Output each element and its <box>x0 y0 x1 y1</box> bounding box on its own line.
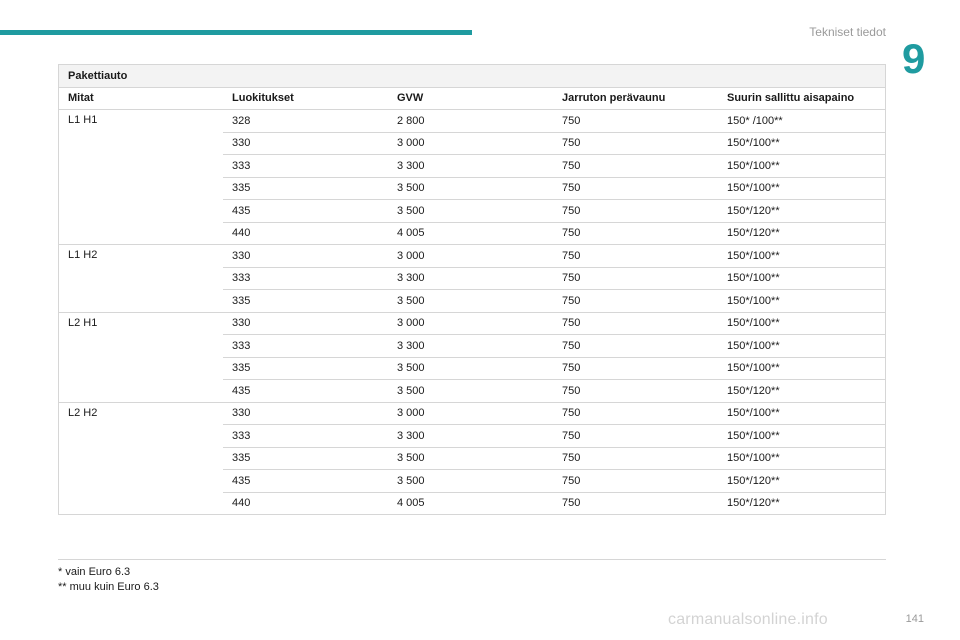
watermark[interactable]: carmanualsonline.info <box>668 611 828 629</box>
table-row: L2 H1 330 3 000 750 150*/100** <box>58 311 886 402</box>
table-cell: 150*/100** <box>718 401 886 425</box>
page-number: 141 <box>905 613 924 625</box>
accent-bar <box>0 30 472 35</box>
table-cell: 330 <box>223 401 388 425</box>
table-cell: 150*/100** <box>718 266 886 290</box>
table-cell: 750 <box>553 176 718 200</box>
table-cell: 440 <box>223 491 388 515</box>
table-cell: 750 <box>553 356 718 380</box>
column-header: Luokitukset <box>223 86 388 110</box>
table-cell: 435 <box>223 199 388 222</box>
footnote: ** muu kuin Euro 6.3 <box>58 581 159 593</box>
table-cell: 2 800 <box>388 109 553 132</box>
table-cell: 750 <box>553 131 718 155</box>
table-cell: 150*/120** <box>718 469 886 492</box>
table-cell: 4 005 <box>388 491 553 515</box>
footnote-divider <box>58 559 886 560</box>
table-cell: 335 <box>223 289 388 312</box>
table-cell: 150*/100** <box>718 176 886 200</box>
table-row: L2 H2 330 3 000 750 150*/100** <box>58 401 886 515</box>
table-cell: 3 500 <box>388 289 553 312</box>
table-cell: 3 500 <box>388 469 553 492</box>
column-header: Jarruton perävaunu <box>553 86 718 110</box>
table-cell: 335 <box>223 446 388 470</box>
table-cell: 335 <box>223 356 388 380</box>
table-cell: 150*/100** <box>718 244 886 267</box>
table-cell: 3 300 <box>388 424 553 447</box>
table-cell: 750 <box>553 379 718 402</box>
spec-table: Pakettiauto Mitat Luokitukset GVW Jarrut… <box>58 64 886 515</box>
footnote: * vain Euro 6.3 <box>58 566 131 578</box>
table-cell: 435 <box>223 379 388 402</box>
model-cell: L2 H1 <box>58 311 223 402</box>
table-cell: 150*/100** <box>718 334 886 357</box>
chapter-number: 9 <box>902 35 926 82</box>
table-cell: 750 <box>553 469 718 492</box>
table-cell: 150*/100** <box>718 424 886 447</box>
table-cell: 150*/100** <box>718 154 886 177</box>
table-cell: 750 <box>553 154 718 177</box>
table-cell: 3 000 <box>388 244 553 267</box>
table-cell: 150*/100** <box>718 356 886 380</box>
column-header: Mitat <box>58 86 223 110</box>
table-cell: 3 500 <box>388 446 553 470</box>
table-cell: 750 <box>553 334 718 357</box>
table-cell: 3 300 <box>388 154 553 177</box>
table-cell: 150*/120** <box>718 379 886 402</box>
table-cell: 333 <box>223 334 388 357</box>
table-cell: 750 <box>553 221 718 245</box>
table-row: L1 H2 330 3 000 750 150*/100** <box>58 244 886 312</box>
table-cell: 150*/100** <box>718 446 886 470</box>
table-header-row: Mitat Luokitukset GVW Jarruton perävaunu… <box>58 86 886 110</box>
table-cell: 150*/120** <box>718 221 886 245</box>
table-cell: 440 <box>223 221 388 245</box>
table-cell: 750 <box>553 199 718 222</box>
table-cell: 435 <box>223 469 388 492</box>
table-cell: 3 000 <box>388 311 553 335</box>
table-cell: 333 <box>223 266 388 290</box>
table-cell: 3 500 <box>388 379 553 402</box>
model-cell: L1 H1 <box>58 109 223 245</box>
table-cell: 3 500 <box>388 176 553 200</box>
table-cell: 333 <box>223 154 388 177</box>
table-cell: 330 <box>223 311 388 335</box>
table-cell: 3 000 <box>388 401 553 425</box>
table-cell: 330 <box>223 131 388 155</box>
table-cell: 3 300 <box>388 266 553 290</box>
model-cell: L1 H2 <box>58 244 223 312</box>
table-cell: 4 005 <box>388 221 553 245</box>
table-cell: 333 <box>223 424 388 447</box>
table-cell: 3 500 <box>388 356 553 380</box>
table-cell: 328 <box>223 109 388 132</box>
table-cell: 150*/120** <box>718 199 886 222</box>
table-cell: 335 <box>223 176 388 200</box>
table-cell: 750 <box>553 424 718 447</box>
table-title-row: Pakettiauto <box>58 64 886 88</box>
table-cell: 750 <box>553 491 718 515</box>
table-cell: 330 <box>223 244 388 267</box>
table-row: L1 H1 328 2 800 750 150* /100** <box>58 109 886 245</box>
table-cell: 3 500 <box>388 199 553 222</box>
table-cell: 750 <box>553 446 718 470</box>
table-cell: 750 <box>553 109 718 132</box>
table-cell: 150*/100** <box>718 131 886 155</box>
model-cell: L2 H2 <box>58 401 223 515</box>
section-title: Tekniset tiedot <box>809 25 886 39</box>
column-header: Suurin sallittu aisapaino <box>718 86 886 110</box>
table-cell: 150*/100** <box>718 311 886 335</box>
table-cell: 150*/100** <box>718 289 886 312</box>
table-cell: 750 <box>553 401 718 425</box>
table-cell: 750 <box>553 311 718 335</box>
table-cell: 750 <box>553 244 718 267</box>
table-cell: 3 300 <box>388 334 553 357</box>
table-cell: 3 000 <box>388 131 553 155</box>
column-header: GVW <box>388 86 553 110</box>
footnotes: * vain Euro 6.3 ** muu kuin Euro 6.3 <box>58 565 159 595</box>
table-cell: 150*/120** <box>718 491 886 515</box>
table-title: Pakettiauto <box>58 64 886 88</box>
table-cell: 750 <box>553 289 718 312</box>
table-cell: 750 <box>553 266 718 290</box>
table-cell: 150* /100** <box>718 109 886 132</box>
